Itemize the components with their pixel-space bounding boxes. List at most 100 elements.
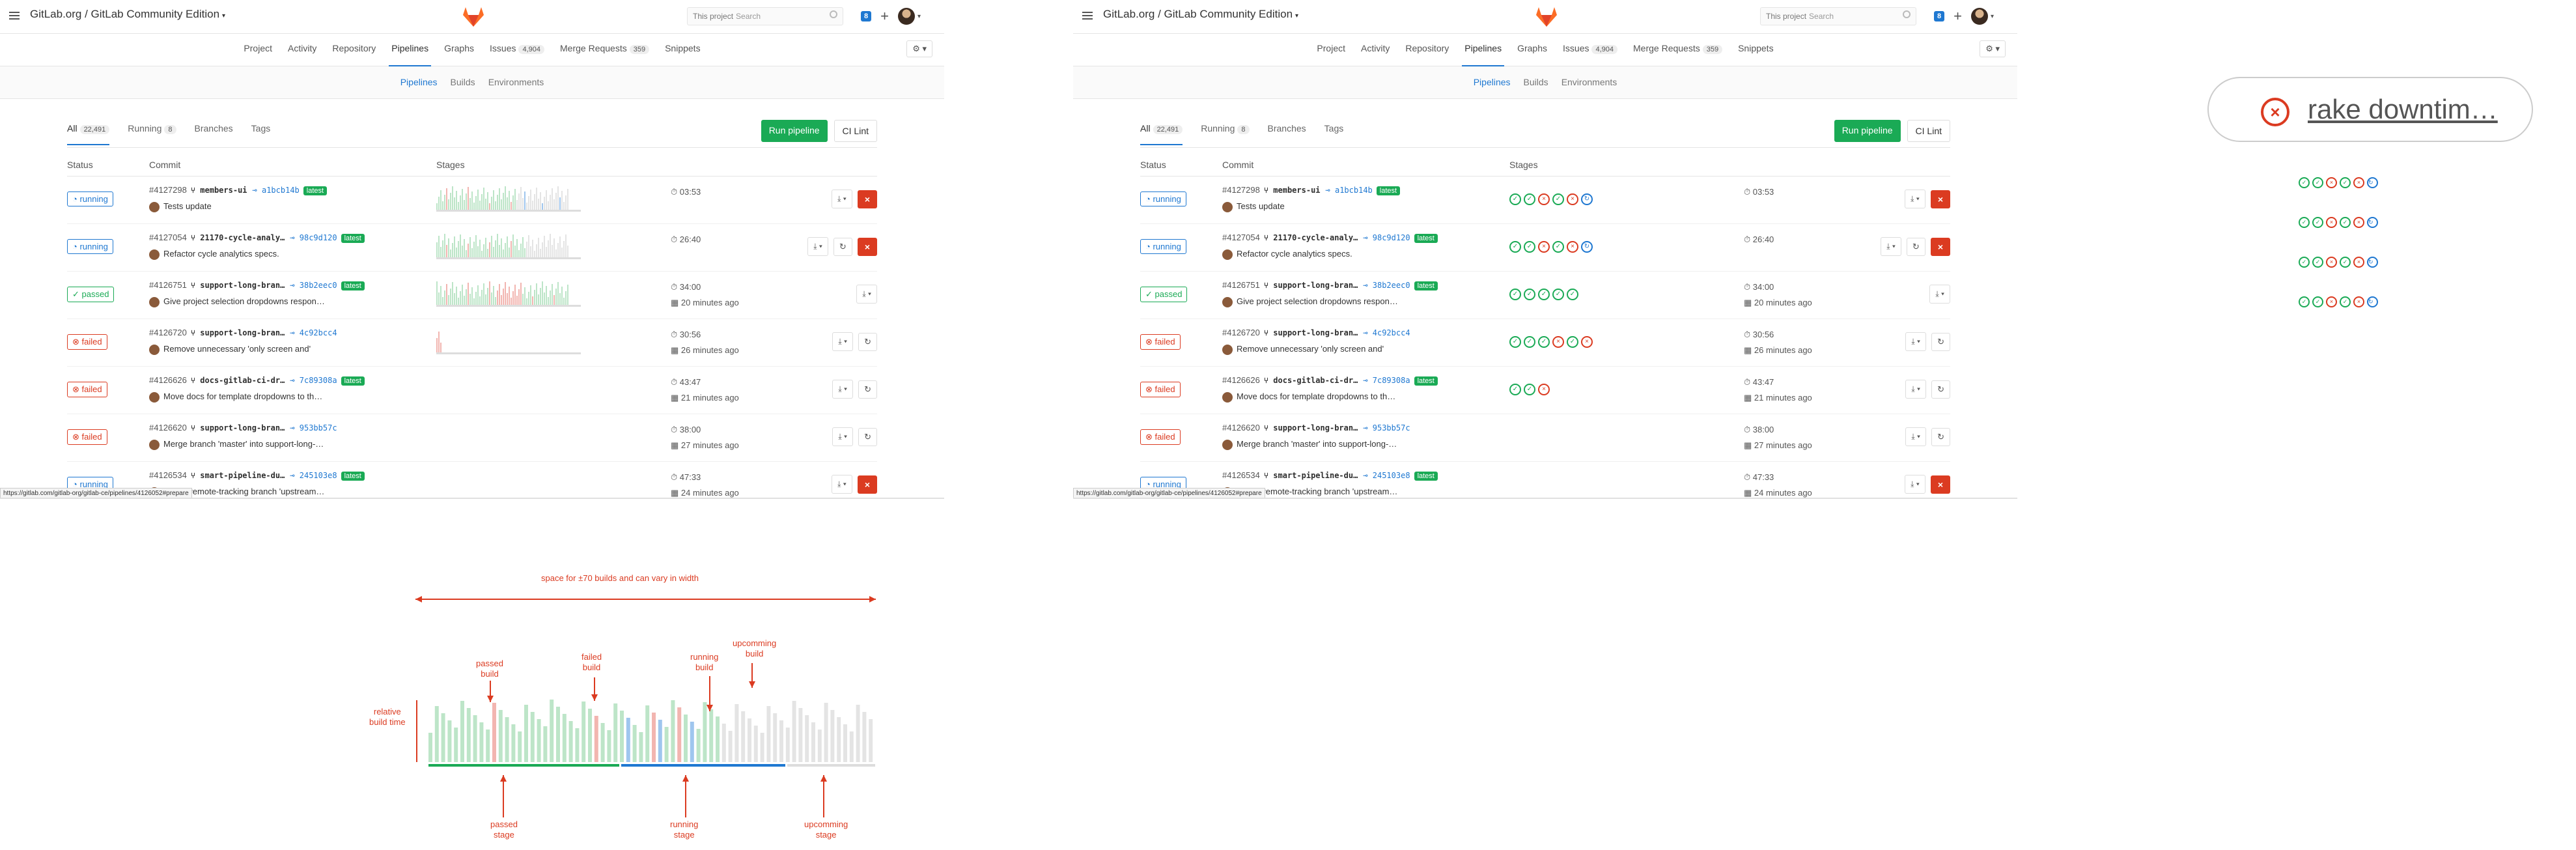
status-passed-icon[interactable]: ✓ bbox=[1552, 289, 1564, 300]
status-passed-icon[interactable]: ✓ bbox=[1552, 193, 1564, 205]
nav-item-graphs[interactable]: Graphs bbox=[1517, 43, 1547, 66]
commit-title[interactable]: Merge branch 'master' into support-long-… bbox=[1237, 439, 1397, 449]
run-pipeline-button[interactable]: Run pipeline bbox=[1834, 120, 1901, 142]
status-passed-icon[interactable]: ✓ bbox=[1538, 336, 1550, 348]
status-badge[interactable]: ⊗ failed bbox=[67, 429, 107, 445]
avatar[interactable] bbox=[897, 8, 915, 25]
branch-name[interactable]: ⑂ members-ui bbox=[1264, 186, 1321, 195]
branch-name[interactable]: ⑂ support-long-bran… bbox=[1264, 281, 1358, 290]
commit-sha[interactable]: ⊸ 953bb57c bbox=[290, 423, 337, 432]
status-passed-icon[interactable]: ✓ bbox=[2340, 296, 2351, 307]
stage-bars[interactable] bbox=[436, 234, 581, 259]
commit-sha[interactable]: ⊸ 98c9d120 bbox=[1363, 233, 1410, 242]
commit-sha[interactable]: ⊸ 98c9d120 bbox=[290, 233, 337, 242]
chevron-down-icon[interactable]: ▾ bbox=[917, 13, 921, 20]
commit-sha[interactable]: ⊸ 38b2eec0 bbox=[1363, 281, 1410, 290]
cancel-button[interactable]: × bbox=[1930, 475, 1950, 494]
commit-title[interactable]: Move docs for template dropdowns to th… bbox=[163, 391, 322, 401]
status-passed-icon[interactable]: ✓ bbox=[1567, 289, 1578, 300]
commit-title[interactable]: Move docs for template dropdowns to th… bbox=[1237, 391, 1395, 401]
todos-badge[interactable]: 8 bbox=[861, 11, 872, 21]
nav-item-graphs[interactable]: Graphs bbox=[444, 43, 474, 66]
plus-icon[interactable]: + bbox=[1953, 9, 1962, 23]
settings-gear-icon[interactable]: ⚙ ▾ bbox=[906, 40, 932, 57]
commit-sha[interactable]: ⊸ 245103e8 bbox=[290, 471, 337, 480]
nav-item-merge-requests[interactable]: Merge Requests 359 bbox=[1633, 43, 1723, 66]
status-running-icon[interactable]: ↻ bbox=[1581, 193, 1593, 205]
retry-button[interactable]: ↻ bbox=[1931, 332, 1950, 351]
status-badge[interactable]: ◔ running bbox=[67, 239, 113, 254]
download-artifacts-button[interactable]: ⤓ ▾ bbox=[832, 332, 854, 351]
author-avatar[interactable] bbox=[149, 296, 160, 307]
status-failed-icon[interactable]: × bbox=[2353, 177, 2364, 188]
pipeline-id[interactable]: #4126534 bbox=[1222, 470, 1260, 480]
retry-button[interactable]: ↻ bbox=[858, 427, 877, 446]
tab-branches[interactable]: Branches bbox=[1268, 123, 1306, 145]
cancel-button[interactable]: × bbox=[1930, 190, 1950, 208]
cancel-button[interactable]: × bbox=[1930, 237, 1950, 256]
download-artifacts-button[interactable]: ⤓ ▾ bbox=[1905, 190, 1925, 208]
download-artifacts-button[interactable]: ⤓ ▾ bbox=[856, 285, 877, 304]
author-avatar[interactable] bbox=[1222, 296, 1233, 307]
status-failed-icon[interactable]: × bbox=[2326, 177, 2337, 188]
tab-running[interactable]: Running 8 bbox=[128, 123, 176, 145]
status-passed-icon[interactable]: ✓ bbox=[2299, 177, 2310, 188]
pipeline-id[interactable]: #4126720 bbox=[149, 328, 187, 337]
settings-gear-icon[interactable]: ⚙ ▾ bbox=[1980, 40, 2006, 57]
commit-sha[interactable]: ⊸ 38b2eec0 bbox=[290, 281, 337, 290]
commit-title[interactable]: Remove unnecessary 'only screen and' bbox=[163, 344, 311, 354]
pipeline-id[interactable]: #4127054 bbox=[149, 233, 187, 242]
nav-item-repository[interactable]: Repository bbox=[332, 43, 376, 66]
project-title[interactable]: GitLab.org / GitLab Community Edition ▾ bbox=[30, 8, 225, 21]
retry-button[interactable]: ↻ bbox=[1931, 380, 1950, 399]
retry-button[interactable]: ↻ bbox=[1931, 427, 1950, 446]
cancel-button[interactable]: × bbox=[857, 475, 877, 494]
status-passed-icon[interactable]: ✓ bbox=[2312, 296, 2323, 307]
author-avatar[interactable] bbox=[149, 249, 160, 260]
pipeline-id[interactable]: #4126751 bbox=[149, 280, 187, 290]
stage-bars[interactable] bbox=[436, 330, 581, 354]
pipeline-id[interactable]: #4126626 bbox=[149, 375, 187, 385]
commit-sha[interactable]: ⊸ 953bb57c bbox=[1363, 423, 1410, 432]
commit-title[interactable]: Refactor cycle analytics specs. bbox=[1237, 249, 1352, 259]
tab-all[interactable]: All 22,491 bbox=[67, 123, 110, 145]
status-passed-icon[interactable]: ✓ bbox=[2299, 217, 2310, 228]
nav-item-activity[interactable]: Activity bbox=[1361, 43, 1390, 66]
status-failed-icon[interactable]: × bbox=[1581, 336, 1593, 348]
author-avatar[interactable] bbox=[1222, 439, 1233, 450]
status-passed-icon[interactable]: ✓ bbox=[2299, 257, 2310, 268]
status-passed-icon[interactable]: ✓ bbox=[2299, 296, 2310, 307]
author-avatar[interactable] bbox=[1222, 249, 1233, 260]
tab-tags[interactable]: Tags bbox=[251, 123, 271, 145]
pipeline-id[interactable]: #4126534 bbox=[149, 470, 187, 480]
status-failed-icon[interactable]: × bbox=[1538, 384, 1550, 395]
nav-item-repository[interactable]: Repository bbox=[1405, 43, 1449, 66]
pipeline-id[interactable]: #4126720 bbox=[1222, 328, 1260, 337]
pipeline-id[interactable]: #4127298 bbox=[1222, 185, 1260, 195]
status-passed-icon[interactable]: ✓ bbox=[1524, 289, 1535, 300]
nav-item-pipelines[interactable]: Pipelines bbox=[1462, 43, 1504, 66]
nav-item-issues[interactable]: Issues 4,904 bbox=[490, 43, 545, 66]
status-failed-icon[interactable]: × bbox=[2326, 257, 2337, 268]
status-passed-icon[interactable]: ✓ bbox=[1524, 193, 1535, 205]
branch-name[interactable]: ⑂ support-long-bran… bbox=[1264, 423, 1358, 432]
author-avatar[interactable] bbox=[149, 439, 160, 450]
branch-name[interactable]: ⑂ members-ui bbox=[191, 186, 247, 195]
cancel-button[interactable]: × bbox=[857, 237, 877, 256]
status-passed-icon[interactable]: ✓ bbox=[1509, 384, 1521, 395]
status-passed-icon[interactable]: ✓ bbox=[1509, 336, 1521, 348]
status-passed-icon[interactable]: ✓ bbox=[2312, 217, 2323, 228]
job-name[interactable]: rake downtim… bbox=[2308, 94, 2498, 125]
pipeline-id[interactable]: #4126620 bbox=[149, 423, 187, 432]
download-artifacts-button[interactable]: ⤓ ▾ bbox=[1905, 380, 1927, 399]
download-artifacts-button[interactable]: ⤓ ▾ bbox=[807, 237, 828, 256]
nav-item-project[interactable]: Project bbox=[244, 43, 272, 66]
retry-button[interactable]: ↻ bbox=[858, 332, 877, 351]
status-failed-icon[interactable]: × bbox=[2326, 296, 2337, 307]
branch-name[interactable]: ⑂ smart-pipeline-du… bbox=[1264, 471, 1358, 480]
download-artifacts-button[interactable]: ⤓ ▾ bbox=[1905, 475, 1925, 494]
commit-sha[interactable]: ⊸ a1bcb14b bbox=[1326, 186, 1373, 195]
status-running-icon[interactable]: ↻ bbox=[2367, 177, 2378, 188]
author-avatar[interactable] bbox=[149, 201, 160, 212]
commit-title[interactable]: Give project selection dropdowns respon… bbox=[163, 296, 325, 306]
